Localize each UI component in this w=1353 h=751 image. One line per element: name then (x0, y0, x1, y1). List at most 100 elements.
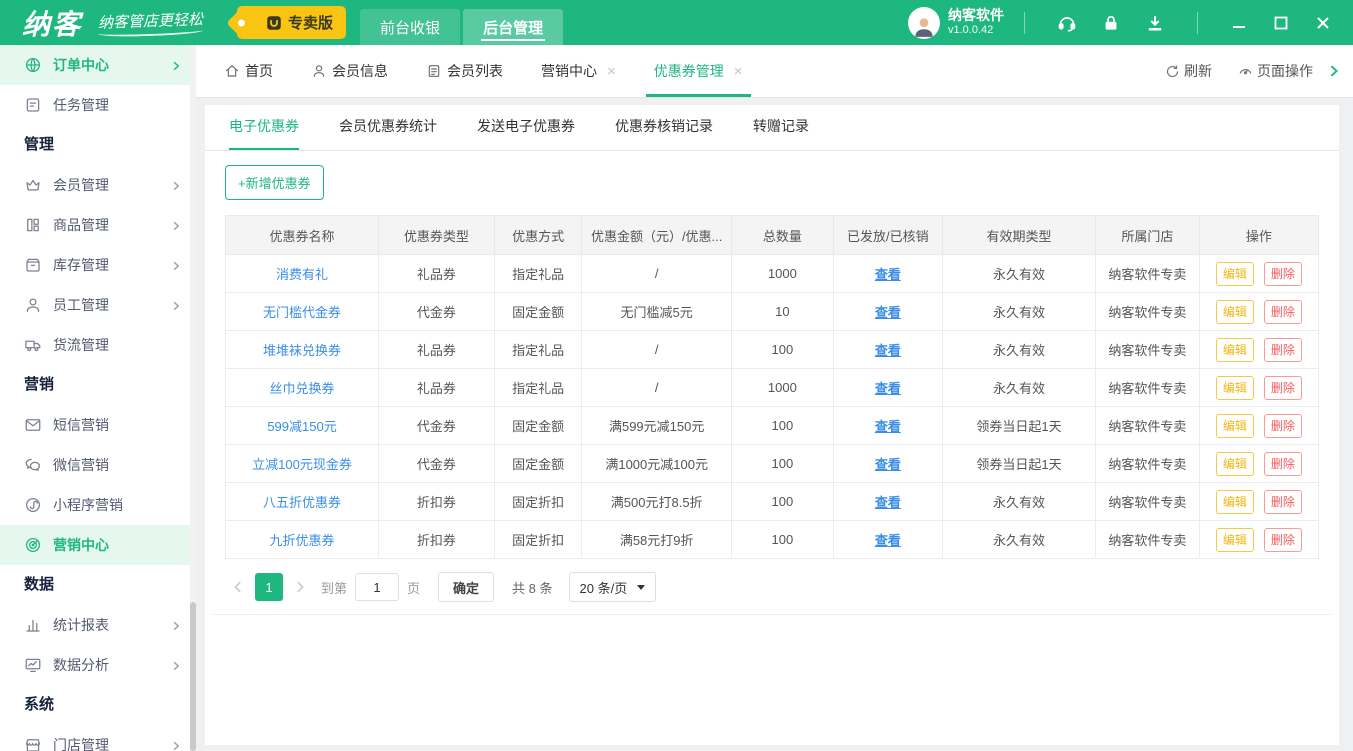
topnav-item[interactable]: 前台收银 (360, 9, 461, 45)
maximize-button[interactable] (1273, 15, 1289, 31)
coupon-subtabs: 电子优惠券 会员优惠券统计 发送电子优惠券 优惠券核销记录 转赠记录 (205, 105, 1339, 151)
view-issued-link[interactable]: 查看 (875, 457, 901, 472)
coupon-subtab[interactable]: 发送电子优惠券 (477, 105, 575, 150)
open-page-tab[interactable]: 会员列表 (426, 45, 503, 97)
coupon-name-link[interactable]: 消费有礼 (276, 267, 328, 282)
view-issued-link[interactable]: 查看 (875, 305, 901, 320)
delete-button[interactable]: 删除 (1263, 299, 1302, 324)
close-tab-icon[interactable]: × (607, 63, 616, 80)
edit-button[interactable]: 编辑 (1215, 337, 1254, 362)
delete-button[interactable]: 删除 (1263, 527, 1302, 552)
edit-button[interactable]: 编辑 (1215, 299, 1254, 324)
sidebar-item[interactable]: 会员管理 (0, 165, 196, 205)
task-icon (24, 96, 42, 114)
crown-icon (24, 176, 42, 194)
actions-cell: 编辑 删除 (1198, 520, 1320, 559)
table-cell: 查看 (832, 406, 943, 445)
edit-button[interactable]: 编辑 (1215, 489, 1254, 514)
sidebar-item-label: 订单中心 (53, 57, 109, 73)
view-issued-link[interactable]: 查看 (875, 343, 901, 358)
current-page-button[interactable]: 1 (255, 573, 283, 601)
coupon-name-link[interactable]: 无门槛代金券 (263, 305, 341, 320)
minimize-button[interactable] (1231, 15, 1247, 31)
prev-page-icon[interactable] (231, 580, 245, 594)
page-size-select[interactable]: 20 条/页 (568, 572, 657, 602)
avatar[interactable] (908, 6, 940, 39)
panel-divider (213, 614, 1331, 615)
close-tab-icon[interactable]: × (734, 63, 743, 80)
table-row: 堆堆袜兑换券 礼品券 指定礼品/100 查看 永久有效 纳客软件专卖 编辑 删除 (224, 330, 1320, 369)
view-issued-link[interactable]: 查看 (875, 267, 901, 282)
coupon-name-link[interactable]: 丝巾兑换券 (270, 381, 335, 396)
sidebar-item[interactable]: 订单中心 (0, 45, 196, 85)
download-icon[interactable] (1145, 13, 1165, 33)
delete-button[interactable]: 删除 (1263, 413, 1302, 438)
coupon-name-link[interactable]: 立减100元现金券 (252, 457, 352, 472)
total-count-cell: 100 (731, 444, 834, 483)
view-issued-link[interactable]: 查看 (875, 495, 901, 510)
sidebar-item-label: 小程序营销 (53, 497, 123, 513)
chevron-right-icon (170, 59, 182, 71)
sidebar-scrollbar[interactable] (190, 45, 196, 751)
sidebar-item[interactable]: 商品管理 (0, 205, 196, 245)
sidebar-item[interactable]: 库存管理 (0, 245, 196, 285)
coupon-name-link[interactable]: 八五折优惠券 (263, 495, 341, 510)
sidebar-item[interactable]: 统计报表 (0, 605, 196, 645)
sidebar-item[interactable]: 门店管理 (0, 725, 196, 751)
edit-button[interactable]: 编辑 (1215, 413, 1254, 438)
sidebar-item[interactable]: 数据分析 (0, 645, 196, 685)
lock-icon[interactable] (1101, 13, 1121, 33)
open-page-tab[interactable]: 会员信息 (311, 45, 388, 97)
coupon-subtab[interactable]: 会员优惠券统计 (339, 105, 437, 150)
list-icon (426, 63, 442, 79)
edit-button[interactable]: 编辑 (1215, 527, 1254, 552)
sidebar-scrollbar-thumb[interactable] (190, 602, 196, 751)
coupon-subtab[interactable]: 电子优惠券 (229, 105, 299, 150)
open-page-tab[interactable]: 首页 (224, 45, 273, 97)
coupon-name-link[interactable]: 堆堆袜兑换券 (263, 343, 341, 358)
topbar-right: 纳客软件 v1.0.0.42 (908, 6, 1353, 39)
open-page-tab[interactable]: 营销中心 × (541, 45, 616, 97)
delete-button[interactable]: 删除 (1263, 451, 1302, 476)
edit-button[interactable]: 编辑 (1215, 375, 1254, 400)
delete-button[interactable]: 删除 (1263, 261, 1302, 286)
delete-button[interactable]: 删除 (1263, 375, 1302, 400)
edit-button[interactable]: 编辑 (1215, 261, 1254, 286)
coupon-subtab[interactable]: 转赠记录 (753, 105, 809, 150)
sidebar-item[interactable]: 任务管理 (0, 85, 196, 125)
goto-page-input[interactable] (355, 573, 400, 601)
tab-label: 会员信息 (332, 63, 388, 79)
delete-button[interactable]: 删除 (1263, 489, 1302, 514)
edit-button[interactable]: 编辑 (1215, 451, 1254, 476)
topbar: 纳客 纳客管店更轻松 专卖版 前台收银 后台管理 纳客软件 v1.0.0.42 (0, 0, 1353, 45)
sidebar-item[interactable]: 货流管理 (0, 325, 196, 365)
view-issued-link[interactable]: 查看 (875, 419, 901, 434)
topnav-item[interactable]: 后台管理 (463, 9, 564, 45)
coupon-subtab[interactable]: 优惠券核销记录 (615, 105, 713, 150)
page-actions-button[interactable]: 页面操作 (1238, 61, 1313, 81)
sidebar-item[interactable]: 微信营销 (0, 445, 196, 485)
validity-type-cell: 领券当日起1天 (941, 444, 1096, 483)
view-issued-link[interactable]: 查看 (875, 533, 901, 548)
close-window-button[interactable] (1315, 15, 1331, 31)
store-cell: 纳客软件专卖 (1094, 444, 1200, 483)
refresh-icon (1165, 64, 1180, 79)
goto-confirm-button[interactable]: 确定 (438, 572, 495, 602)
validity-type-cell: 永久有效 (941, 292, 1096, 331)
next-page-icon[interactable] (293, 580, 307, 594)
view-issued-link[interactable]: 查看 (875, 381, 901, 396)
sidebar-item[interactable]: 短信营销 (0, 405, 196, 445)
support-headset-icon[interactable] (1057, 13, 1077, 33)
refresh-button[interactable]: 刷新 (1165, 61, 1212, 81)
sidebar-item[interactable]: 员工管理 (0, 285, 196, 325)
open-page-tab[interactable]: 优惠券管理 × (645, 45, 751, 97)
table-cell: 查看 (832, 444, 943, 483)
coupon-name-link[interactable]: 599减150元 (267, 419, 336, 434)
add-coupon-button[interactable]: +新增优惠券 (225, 165, 324, 200)
sidebar-item[interactable]: 营销中心 (0, 525, 196, 565)
sidebar-item[interactable]: 小程序营销 (0, 485, 196, 525)
coupon-name-link[interactable]: 九折优惠券 (270, 533, 335, 548)
tabbar-expand-chevron-icon[interactable] (1327, 64, 1341, 78)
sidebar-section-label: 系统 (24, 696, 55, 713)
delete-button[interactable]: 删除 (1263, 337, 1302, 362)
